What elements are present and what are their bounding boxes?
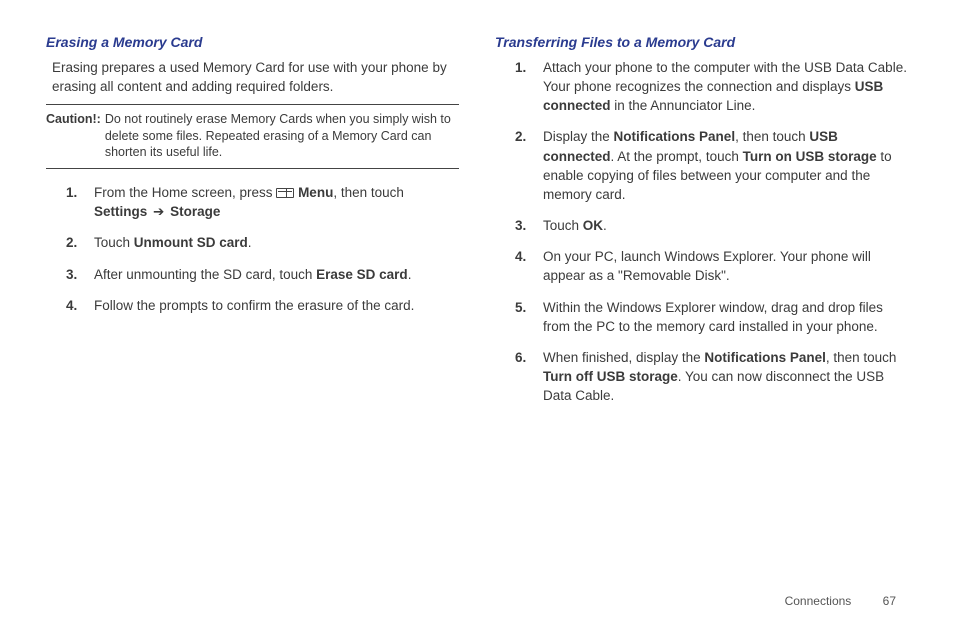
step-text: After unmounting the SD card, touch [94, 267, 316, 282]
step-text: Within the Windows Explorer window, drag… [543, 300, 883, 334]
bold-notifications-2: Notifications Panel [704, 350, 826, 365]
bold-menu: Menu [294, 185, 333, 200]
step-2: Touch Unmount SD card. [66, 233, 459, 252]
step-4: On your PC, launch Windows Explorer. You… [515, 247, 908, 285]
bold-unmount: Unmount SD card [134, 235, 248, 250]
two-column-layout: Erasing a Memory Card Erasing prepares a… [46, 34, 908, 417]
bold-erase: Erase SD card [316, 267, 408, 282]
intro-erasing: Erasing prepares a used Memory Card for … [52, 58, 459, 96]
step-text: . [248, 235, 252, 250]
step-3: Touch OK. [515, 216, 908, 235]
page-footer: Connections 67 [785, 594, 896, 608]
bold-settings: Settings [94, 204, 147, 219]
step-text: Touch [543, 218, 583, 233]
step-text: Display the [543, 129, 614, 144]
footer-page-number: 67 [883, 594, 896, 608]
step-text: . [408, 267, 412, 282]
arrow-icon: ➔ [147, 204, 170, 219]
step-text: When finished, display the [543, 350, 704, 365]
erasing-steps: From the Home screen, press Menu, then t… [66, 183, 459, 315]
heading-erasing: Erasing a Memory Card [46, 34, 459, 50]
menu-icon [276, 188, 294, 198]
step-text: Follow the prompts to confirm the erasur… [94, 298, 414, 313]
step-text: Attach your phone to the computer with t… [543, 60, 907, 94]
step-text: , then touch [735, 129, 809, 144]
step-text: From the Home screen, press [94, 185, 276, 200]
step-4: Follow the prompts to confirm the erasur… [66, 296, 459, 315]
step-text: in the Annunciator Line. [611, 98, 756, 113]
step-text: , then touch [333, 185, 404, 200]
caution-block: Caution!: Do not routinely erase Memory … [46, 104, 459, 169]
footer-section: Connections [785, 594, 852, 608]
step-6: When finished, display the Notifications… [515, 348, 908, 405]
step-text: , then touch [826, 350, 897, 365]
bold-ok: OK [583, 218, 603, 233]
step-text: . At the prompt, touch [611, 149, 743, 164]
step-3: After unmounting the SD card, touch Eras… [66, 265, 459, 284]
step-text: Touch [94, 235, 134, 250]
caution-text: Do not routinely erase Memory Cards when… [105, 111, 459, 160]
step-1: From the Home screen, press Menu, then t… [66, 183, 459, 221]
right-column: Transferring Files to a Memory Card Atta… [495, 34, 908, 417]
step-2: Display the Notifications Panel, then to… [515, 127, 908, 204]
left-column: Erasing a Memory Card Erasing prepares a… [46, 34, 459, 417]
caution-row: Caution!: Do not routinely erase Memory … [46, 111, 459, 160]
bold-turn-off: Turn off USB storage [543, 369, 678, 384]
step-text: . [603, 218, 607, 233]
transfer-steps: Attach your phone to the computer with t… [515, 58, 908, 405]
heading-transferring: Transferring Files to a Memory Card [495, 34, 908, 50]
step-1: Attach your phone to the computer with t… [515, 58, 908, 115]
step-text: On your PC, launch Windows Explorer. You… [543, 249, 871, 283]
bold-storage: Storage [170, 204, 220, 219]
bold-notifications: Notifications Panel [614, 129, 736, 144]
caution-label: Caution!: [46, 111, 105, 160]
bold-turn-on: Turn on USB storage [743, 149, 877, 164]
step-5: Within the Windows Explorer window, drag… [515, 298, 908, 336]
